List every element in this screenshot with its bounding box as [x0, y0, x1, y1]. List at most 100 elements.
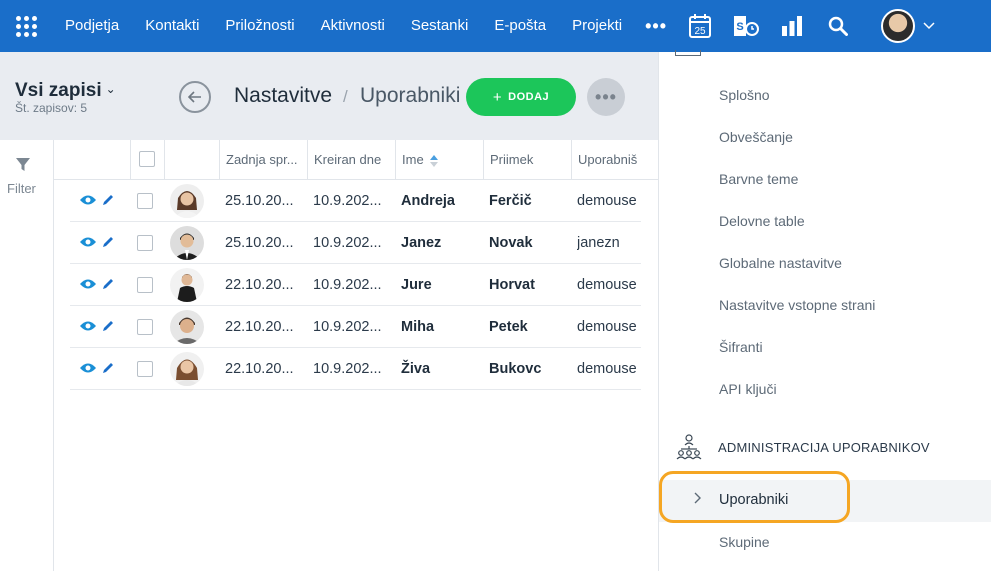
table-row[interactable]: 25.10.20... 10.9.202... Andreja Ferčič d… — [70, 180, 641, 222]
cell-last-name: Bukovc — [489, 361, 542, 377]
nav-item-sestanki[interactable]: Sestanki — [398, 0, 482, 52]
table-row[interactable]: 22.10.20... 10.9.202... Jure Horvat demo… — [70, 264, 641, 306]
reports-chart-icon[interactable] — [769, 0, 815, 52]
row-checkbox[interactable] — [137, 361, 153, 377]
view-selector[interactable]: Vsi zapisi ⌄ — [15, 80, 116, 102]
table-row[interactable]: 25.10.20... 10.9.202... Janez Novak jane… — [70, 222, 641, 264]
back-button[interactable] — [179, 81, 211, 113]
cell-last-changed: 22.10.20... — [225, 277, 294, 293]
breadcrumb-settings[interactable]: Nastavitve — [234, 84, 332, 108]
nav-item-kontakti[interactable]: Kontakti — [132, 0, 212, 52]
arrow-left-icon — [188, 91, 201, 103]
column-username[interactable]: Uporabniš — [571, 140, 658, 180]
user-hierarchy-icon — [676, 434, 702, 460]
more-actions-button[interactable]: ••• — [587, 78, 625, 116]
settings-item-skupine[interactable]: Skupine — [719, 534, 770, 550]
cell-first-name: Živa — [401, 361, 431, 377]
user-avatar[interactable] — [881, 9, 916, 43]
record-count: Št. zapisov: 5 — [15, 101, 88, 115]
table-row[interactable]: 22.10.20... 10.9.202... Živa Bukovc demo… — [70, 348, 641, 390]
row-checkbox[interactable] — [137, 319, 153, 335]
cell-username: demouse — [577, 361, 637, 377]
cell-last-changed: 22.10.20... — [225, 361, 294, 377]
svg-text:S: S — [736, 21, 743, 33]
cell-last-changed: 25.10.20... — [225, 235, 294, 251]
search-icon[interactable] — [815, 0, 861, 52]
top-navigation: Podjetja Kontakti Priložnosti Aktivnosti… — [0, 0, 991, 52]
select-all-checkbox[interactable] — [139, 151, 155, 167]
nav-item-podjetja[interactable]: Podjetja — [52, 0, 132, 52]
settings-item-barvne-teme[interactable]: Barvne teme — [719, 171, 798, 187]
cell-username: demouse — [577, 277, 637, 293]
filter-icon[interactable] — [16, 158, 30, 172]
plus-icon: + — [492, 88, 503, 106]
edit-pencil-icon[interactable] — [101, 361, 115, 375]
view-eye-icon[interactable] — [80, 278, 96, 290]
svg-text:25: 25 — [694, 26, 706, 37]
cell-created: 10.9.202... — [313, 361, 382, 377]
cell-first-name: Janez — [401, 235, 442, 251]
table-row[interactable]: 22.10.20... 10.9.202... Miha Petek demou… — [70, 306, 641, 348]
add-button[interactable]: + DODAJ — [466, 78, 576, 116]
cell-last-name: Horvat — [489, 277, 535, 293]
view-eye-icon[interactable] — [80, 362, 96, 374]
nav-item-priloznosti[interactable]: Priložnosti — [212, 0, 307, 52]
nav-more-button[interactable]: ••• — [635, 16, 677, 37]
edit-pencil-icon[interactable] — [101, 235, 115, 249]
chevron-down-icon[interactable] — [923, 19, 935, 33]
breadcrumb-separator: / — [343, 87, 348, 106]
column-created[interactable]: Kreiran dne — [307, 140, 395, 180]
avatar — [170, 310, 204, 344]
avatar — [170, 226, 204, 260]
chevron-down-icon[interactable]: ⌄ — [106, 82, 116, 96]
nav-item-eposta[interactable]: E-pošta — [481, 0, 559, 52]
settings-item-sifranti[interactable]: Šifranti — [719, 339, 763, 355]
cell-last-changed: 22.10.20... — [225, 319, 294, 335]
cell-created: 10.9.202... — [313, 277, 382, 293]
settings-item-globalne-nastavitve[interactable]: Globalne nastavitve — [719, 255, 842, 271]
edit-pencil-icon[interactable] — [101, 193, 115, 207]
cell-username: demouse — [577, 193, 637, 209]
calendar-icon[interactable]: 25 — [677, 0, 723, 52]
column-first-name[interactable]: Ime — [395, 140, 483, 180]
list-header: Vsi zapisi ⌄ Št. zapisov: 5 Nastavitve / … — [0, 52, 658, 140]
cell-first-name: Miha — [401, 319, 435, 335]
section-title-user-admin: ADMINISTRACIJA UPORABNIKOV — [718, 440, 930, 455]
view-eye-icon[interactable] — [80, 320, 96, 332]
settings-item-api-kljuci[interactable]: API ključi — [719, 381, 777, 397]
settings-menu: Splošno Obveščanje Barvne teme Delovne t… — [658, 50, 991, 571]
breadcrumb-current: Uporabniki — [360, 84, 461, 107]
filter-sidebar: Filter — [0, 140, 54, 571]
cell-first-name: Jure — [401, 277, 432, 293]
row-checkbox[interactable] — [137, 277, 153, 293]
settings-item-obvescanje[interactable]: Obveščanje — [719, 129, 793, 145]
highlight-callout — [659, 471, 850, 523]
avatar — [170, 268, 204, 302]
cell-first-name: Andreja — [401, 193, 455, 209]
app-launcher-icon[interactable] — [0, 0, 52, 52]
filter-label[interactable]: Filter — [7, 181, 36, 196]
nav-item-projekti[interactable]: Projekti — [559, 0, 635, 52]
edit-pencil-icon[interactable] — [101, 277, 115, 291]
cell-last-name: Petek — [489, 319, 528, 335]
cell-last-name: Ferčič — [489, 193, 532, 209]
exchange-sync-icon[interactable]: S — [723, 0, 769, 52]
view-eye-icon[interactable] — [80, 194, 96, 206]
row-checkbox[interactable] — [137, 193, 153, 209]
column-last-changed[interactable]: Zadnja spr... — [219, 140, 307, 180]
row-checkbox[interactable] — [137, 235, 153, 251]
photo-column — [164, 140, 219, 180]
nav-item-aktivnosti[interactable]: Aktivnosti — [308, 0, 398, 52]
settings-item-vstopna-stran[interactable]: Nastavitve vstopne strani — [719, 297, 875, 313]
column-last-name[interactable]: Priimek — [483, 140, 571, 180]
settings-item-delovne-table[interactable]: Delovne table — [719, 213, 805, 229]
view-eye-icon[interactable] — [80, 236, 96, 248]
cell-created: 10.9.202... — [313, 319, 382, 335]
avatar — [170, 352, 204, 386]
edit-pencil-icon[interactable] — [101, 319, 115, 333]
section-icon-fragment — [675, 50, 701, 56]
settings-item-splosno[interactable]: Splošno — [719, 87, 770, 103]
cell-created: 10.9.202... — [313, 235, 382, 251]
cell-username: demouse — [577, 319, 637, 335]
sort-ascending-icon — [429, 155, 438, 167]
